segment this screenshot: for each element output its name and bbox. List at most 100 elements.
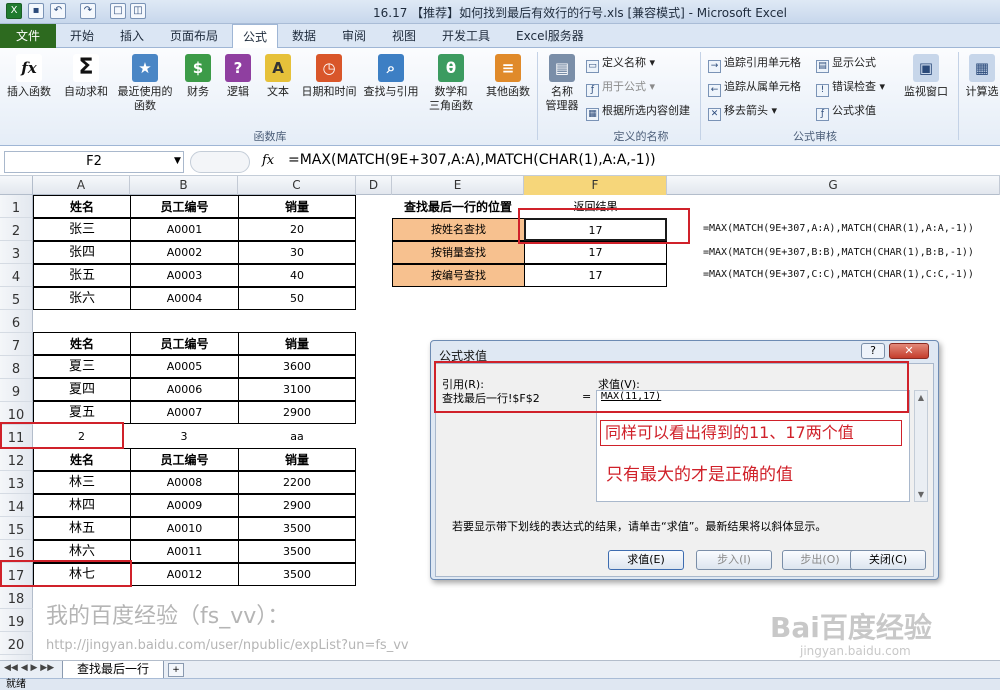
column-header-c[interactable]: C	[238, 176, 356, 195]
lookup-label-sales[interactable]: 按销量查找	[392, 241, 525, 264]
table2-cell[interactable]: 2900	[238, 401, 356, 424]
help-icon[interactable]: ?	[861, 343, 885, 359]
create-from-selection-button[interactable]: ▦ 根据所选内容创建	[586, 102, 690, 121]
table3-header-sales[interactable]: 销量	[238, 448, 356, 471]
table3-cell[interactable]: 2900	[238, 494, 356, 517]
remove-arrows-button[interactable]: ✕ 移去箭头 ▾	[708, 102, 777, 121]
row-header[interactable]: 7	[0, 333, 33, 356]
table3-cell[interactable]: 林五	[33, 517, 131, 540]
table3-cell[interactable]: 2200	[238, 471, 356, 494]
lookup-reference-button[interactable]: ⌕ 查找与引用	[360, 54, 422, 99]
table1-header-name[interactable]: 姓名	[33, 195, 131, 218]
table1-cell[interactable]: 30	[238, 241, 356, 264]
row-header[interactable]: 12	[0, 448, 33, 471]
table1-cell[interactable]: 张六	[33, 287, 131, 310]
insert-sheet-icon[interactable]: +	[168, 663, 184, 677]
fx-icon[interactable]: fx	[262, 153, 274, 168]
tab-file[interactable]: 文件	[0, 24, 56, 48]
table1-header-id[interactable]: 员工编号	[130, 195, 239, 218]
table3-cell[interactable]: 3500	[238, 540, 356, 563]
table2-header-id[interactable]: 员工编号	[130, 332, 239, 355]
tab-insert[interactable]: 插入	[110, 24, 154, 48]
table2-cell[interactable]: A0005	[130, 355, 239, 378]
table2-cell[interactable]: 夏五	[33, 401, 131, 424]
name-box-dropdown-icon[interactable]: ▼	[174, 156, 181, 166]
watch-window-button[interactable]: ▣ 监视窗口	[898, 54, 954, 99]
table3-cell[interactable]: A0012	[130, 563, 239, 586]
evaluate-button[interactable]: 求值(E)	[608, 550, 684, 570]
table2-cell[interactable]: 3600	[238, 355, 356, 378]
autosum-button[interactable]: Σ 自动求和	[60, 54, 112, 99]
table2-cell[interactable]: 夏三	[33, 355, 131, 378]
table2-cell[interactable]: 3100	[238, 378, 356, 401]
table1-cell[interactable]: 20	[238, 218, 356, 241]
column-header-a[interactable]: A	[33, 176, 130, 195]
column-header-b[interactable]: B	[130, 176, 238, 195]
column-header-f[interactable]: F	[524, 176, 667, 195]
table3-cell[interactable]: A0008	[130, 471, 239, 494]
formula-bar-splitter[interactable]	[190, 151, 250, 173]
tab-formulas[interactable]: 公式	[232, 24, 279, 49]
table3-cell[interactable]: A0010	[130, 517, 239, 540]
table1-cell[interactable]: 张三	[33, 218, 131, 241]
save-icon[interactable]: ▪	[28, 3, 44, 19]
tab-developer[interactable]: 开发工具	[432, 24, 500, 48]
table1-cell[interactable]: A0001	[130, 218, 239, 241]
cell-c11[interactable]: aa	[238, 425, 356, 448]
table1-cell[interactable]: A0003	[130, 264, 239, 287]
row-header[interactable]: 3	[0, 241, 33, 264]
table3-cell[interactable]: A0009	[130, 494, 239, 517]
text-button[interactable]: A 文本	[260, 54, 296, 99]
table1-cell[interactable]: 40	[238, 264, 356, 287]
insert-function-button[interactable]: fx 插入函数	[4, 54, 54, 99]
trace-precedents-button[interactable]: → 追踪引用单元格	[708, 54, 801, 73]
table1-cell[interactable]: 张五	[33, 264, 131, 287]
logical-button[interactable]: ? 逻辑	[220, 54, 256, 99]
step-in-button[interactable]: 步入(I)	[696, 550, 772, 570]
table3-cell[interactable]: 3500	[238, 517, 356, 540]
row-header[interactable]: 18	[0, 586, 33, 609]
table3-header-name[interactable]: 姓名	[33, 448, 131, 471]
column-header-g[interactable]: G	[667, 176, 1000, 195]
tab-view[interactable]: 视图	[382, 24, 426, 48]
row-header[interactable]: 8	[0, 356, 33, 379]
math-trig-button[interactable]: θ 数学和 三角函数	[422, 54, 480, 113]
cell-f3[interactable]: 17	[524, 241, 667, 264]
finance-button[interactable]: $ 财务	[180, 54, 216, 99]
more-functions-button[interactable]: ≡ 其他函数	[482, 54, 534, 99]
row-header[interactable]: 14	[0, 494, 33, 517]
row-header[interactable]: 9	[0, 379, 33, 402]
row-header[interactable]: 5	[0, 287, 33, 310]
sheet-nav-arrows-icon[interactable]: ◀◀ ◀ ▶ ▶▶	[4, 663, 54, 673]
evaluate-formula-button[interactable]: ƒ 公式求值	[816, 102, 876, 121]
row-header[interactable]: 19	[0, 609, 33, 632]
cell-b11[interactable]: 3	[130, 425, 238, 448]
close-icon[interactable]: ✕	[889, 343, 929, 359]
row-header[interactable]: 20	[0, 632, 33, 655]
error-checking-button[interactable]: ! 错误检查 ▾	[816, 78, 885, 97]
close-button[interactable]: 关闭(C)	[850, 550, 926, 570]
recent-functions-button[interactable]: ★ 最近使用的 函数	[114, 54, 176, 113]
column-header-e[interactable]: E	[392, 176, 524, 195]
row-header[interactable]: 4	[0, 264, 33, 287]
undo-icon[interactable]: ↶	[50, 3, 66, 19]
tab-page-layout[interactable]: 页面布局	[160, 24, 228, 48]
calculation-options-button[interactable]: ▦ 计算选	[962, 54, 1000, 99]
new-file-icon[interactable]: □	[110, 3, 126, 19]
table2-cell[interactable]: A0007	[130, 401, 239, 424]
column-header-d[interactable]: D	[356, 176, 392, 195]
lookup-label-id[interactable]: 按编号查找	[392, 264, 525, 287]
tab-home[interactable]: 开始	[60, 24, 104, 48]
table3-cell[interactable]: A0011	[130, 540, 239, 563]
date-time-button[interactable]: ◷ 日期和时间	[298, 54, 360, 99]
define-name-button[interactable]: ▭ 定义名称 ▾	[586, 54, 655, 73]
select-all-corner[interactable]	[0, 176, 33, 195]
name-manager-button[interactable]: ▤ 名称 管理器	[540, 54, 584, 113]
row-header[interactable]: 6	[0, 310, 33, 333]
lookup-label-name[interactable]: 按姓名查找	[392, 218, 525, 241]
step-out-button[interactable]: 步出(O)	[782, 550, 858, 570]
table3-cell[interactable]: 林三	[33, 471, 131, 494]
use-in-formula-button[interactable]: ƒ 用于公式 ▾	[586, 78, 655, 97]
table1-cell[interactable]: A0002	[130, 241, 239, 264]
show-formulas-button[interactable]: ▤ 显示公式	[816, 54, 876, 73]
